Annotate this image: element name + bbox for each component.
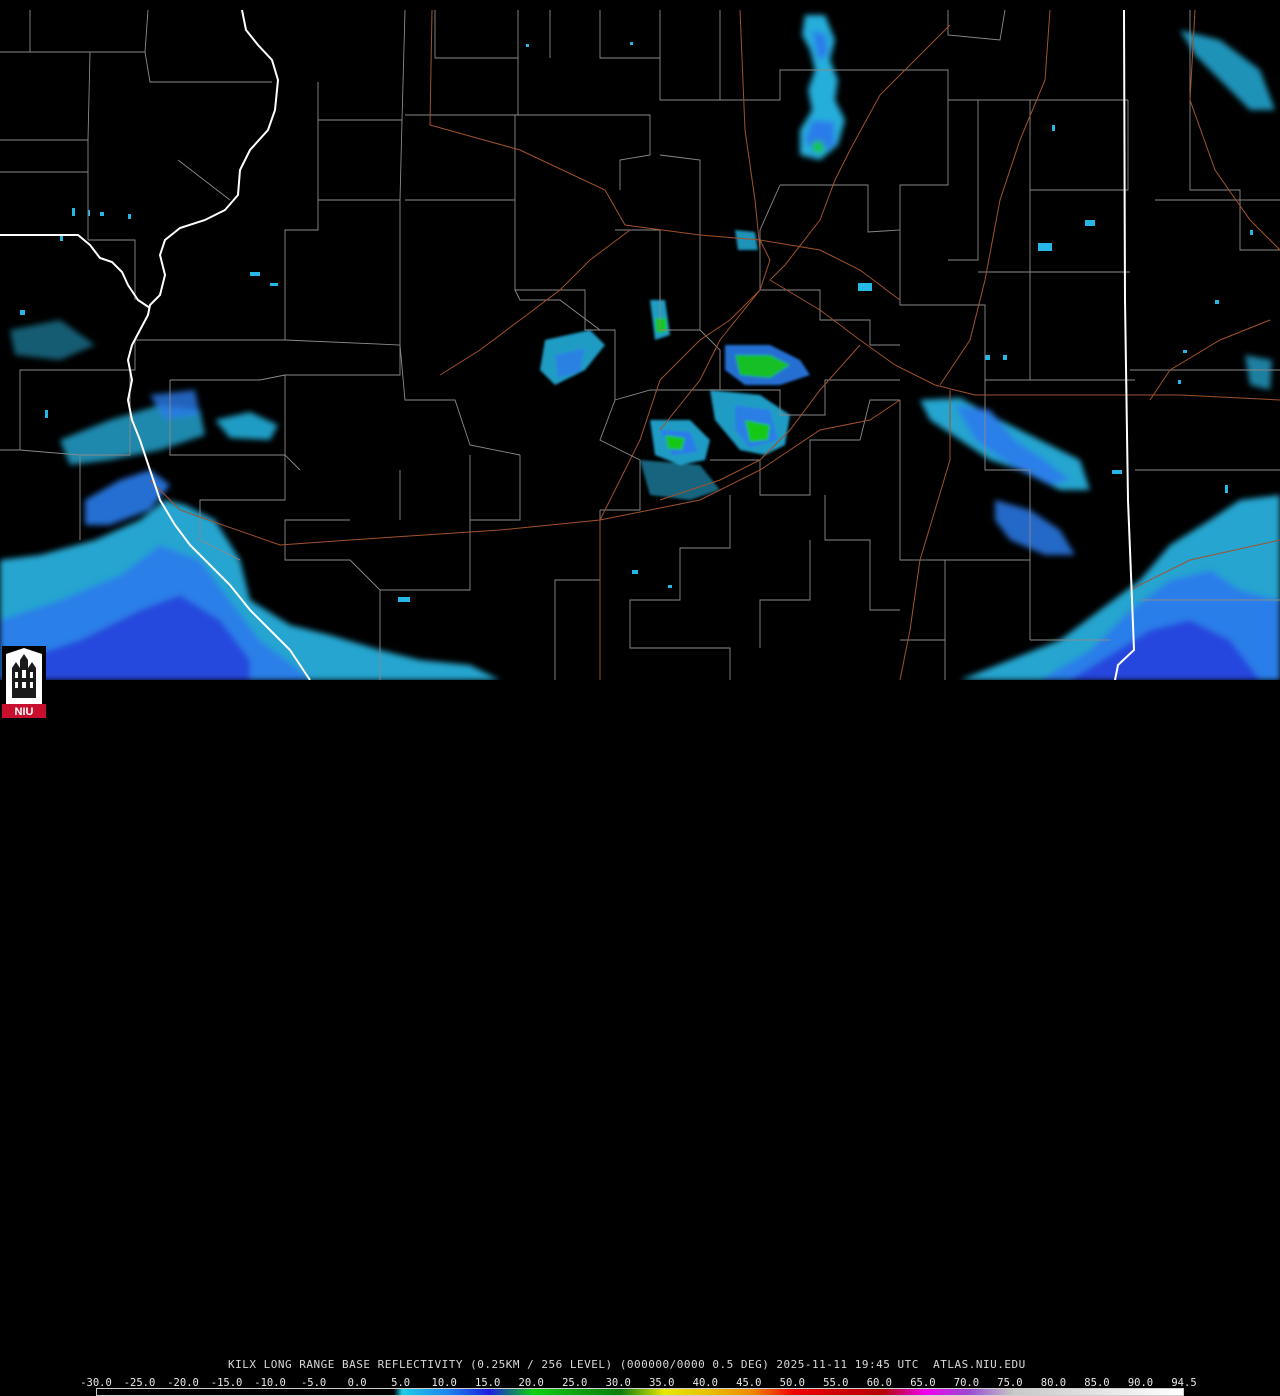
logo-text: NIU [15, 706, 34, 718]
niu-logo: NIU [2, 646, 46, 718]
radar-map [0, 0, 1280, 680]
colorbar-tick-labels: -30.0 -25.0 -20.0 -15.0 -10.0 -5.0 0.0 5.0 10.0 1… [80, 1377, 1196, 1389]
product-caption: KILX LONG RANGE BASE REFLECTIVITY (0.25K… [228, 1358, 1026, 1371]
footer-bar: KILX LONG RANGE BASE REFLECTIVITY (0.25K… [0, 680, 1280, 1396]
reflectivity-colorbar [96, 1388, 1184, 1396]
